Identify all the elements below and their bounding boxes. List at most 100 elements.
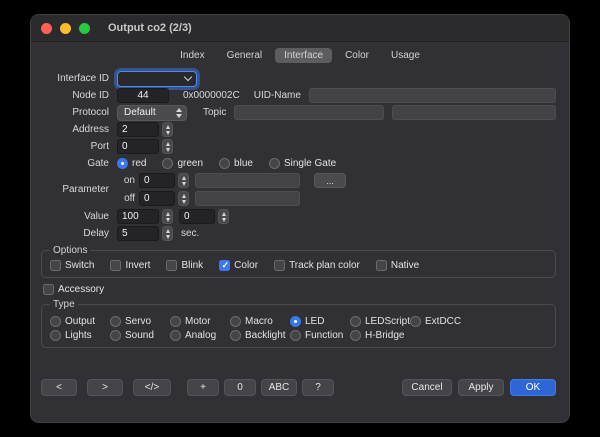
type-option-backlight[interactable]: Backlight — [230, 330, 290, 341]
tab-color[interactable]: Color — [336, 48, 378, 63]
radio-icon — [410, 316, 421, 327]
type-option-hbridge-label: H-Bridge — [365, 330, 404, 341]
uid-name-input[interactable] — [309, 88, 556, 103]
interface-form: Interface ID Node ID 0x0000002C UID-Name… — [31, 63, 569, 241]
protocol-extra-input[interactable] — [392, 105, 556, 120]
footer-bar: < > </> + 0 ABC ? Cancel Apply OK — [41, 379, 556, 396]
node-id-label: Node ID — [41, 90, 109, 101]
gate-option-blue-label: blue — [234, 158, 253, 169]
radio-icon — [219, 158, 230, 169]
protocol-label: Protocol — [41, 107, 109, 118]
radio-icon — [350, 330, 361, 341]
interface-id-select[interactable] — [117, 71, 197, 87]
zero-button[interactable]: 0 — [224, 379, 256, 396]
apply-button[interactable]: Apply — [458, 379, 504, 396]
delay-input[interactable] — [117, 226, 159, 241]
type-option-motor-label: Motor — [185, 316, 211, 327]
code-button[interactable]: </> — [133, 379, 171, 396]
type-option-sound[interactable]: Sound — [110, 330, 170, 341]
parameter-more-button[interactable]: ... — [314, 173, 346, 188]
value2-input[interactable] — [179, 209, 215, 224]
type-group: Type Output Servo Motor Macro LED LEDScr… — [41, 299, 556, 348]
checkbox-icon — [43, 284, 54, 295]
interface-id-label: Interface ID — [41, 73, 109, 84]
type-option-led[interactable]: LED — [290, 316, 350, 327]
gate-option-blue[interactable]: blue — [219, 158, 253, 169]
address-stepper[interactable] — [162, 122, 173, 137]
up-arrow-icon — [222, 212, 226, 216]
topic-input[interactable] — [234, 105, 384, 120]
type-option-macro[interactable]: Macro — [230, 316, 290, 327]
type-option-function[interactable]: Function — [290, 330, 350, 341]
protocol-value: Default — [124, 107, 156, 118]
cancel-button[interactable]: Cancel — [402, 379, 452, 396]
value-stepper[interactable] — [162, 209, 173, 224]
parameter-on-stepper[interactable] — [178, 173, 189, 188]
option-blink[interactable]: Blink — [166, 260, 203, 271]
tab-index[interactable]: Index — [171, 48, 213, 63]
type-option-lights[interactable]: Lights — [50, 330, 110, 341]
type-option-backlight-label: Backlight — [245, 330, 286, 341]
radio-icon — [162, 158, 173, 169]
parameter-on-text-input[interactable] — [195, 173, 300, 188]
gate-option-single-gate-label: Single Gate — [284, 158, 336, 169]
tab-general[interactable]: General — [218, 48, 272, 63]
option-switch[interactable]: Switch — [50, 260, 94, 271]
zoom-window-button[interactable] — [79, 23, 90, 34]
options-group: Options Switch Invert Blink Color Track … — [41, 245, 556, 278]
port-label: Port — [41, 141, 109, 152]
parameter-on-input[interactable] — [139, 173, 175, 188]
abc-button[interactable]: ABC — [261, 379, 297, 396]
close-window-button[interactable] — [41, 23, 52, 34]
node-id-input[interactable] — [117, 88, 169, 103]
radio-icon — [230, 316, 241, 327]
gate-option-green[interactable]: green — [162, 158, 203, 169]
type-option-motor[interactable]: Motor — [170, 316, 230, 327]
plus-button[interactable]: + — [187, 379, 219, 396]
titlebar[interactable]: Output co2 (2/3) — [31, 15, 569, 42]
option-color[interactable]: Color — [219, 260, 258, 271]
up-arrow-icon — [166, 229, 170, 233]
type-option-sound-label: Sound — [125, 330, 154, 341]
port-stepper[interactable] — [162, 139, 173, 154]
radio-icon — [117, 158, 128, 169]
type-option-hbridge[interactable]: H-Bridge — [350, 330, 410, 341]
accessory-checkbox[interactable]: Accessory — [43, 284, 569, 295]
type-option-extdcc[interactable]: ExtDCC — [410, 316, 470, 327]
type-option-analog[interactable]: Analog — [170, 330, 230, 341]
tab-usage[interactable]: Usage — [382, 48, 429, 63]
minimize-window-button[interactable] — [60, 23, 71, 34]
type-row-1: Output Servo Motor Macro LED LEDScript E… — [50, 316, 547, 327]
ok-button[interactable]: OK — [510, 379, 556, 396]
parameter-off-text-input[interactable] — [195, 191, 300, 206]
type-option-output[interactable]: Output — [50, 316, 110, 327]
tab-interface[interactable]: Interface — [275, 48, 332, 63]
value-input[interactable] — [117, 209, 159, 224]
protocol-row: Protocol Default Topic — [41, 105, 556, 120]
type-option-ledscript[interactable]: LEDScript — [350, 316, 410, 327]
option-native[interactable]: Native — [376, 260, 419, 271]
interface-id-row: Interface ID — [41, 71, 556, 86]
option-track-plan-color[interactable]: Track plan color — [274, 260, 360, 271]
type-row-2: Lights Sound Analog Backlight Function H… — [50, 330, 547, 341]
parameter-off-stepper[interactable] — [178, 191, 189, 206]
parameter-off-input[interactable] — [139, 191, 175, 206]
gate-option-red[interactable]: red — [117, 158, 146, 169]
topic-label: Topic — [203, 107, 226, 118]
uid-name-label: UID-Name — [254, 90, 301, 101]
value2-stepper[interactable] — [218, 209, 229, 224]
node-hex-value: 0x0000002C — [183, 90, 240, 101]
option-invert[interactable]: Invert — [110, 260, 150, 271]
type-option-servo[interactable]: Servo — [110, 316, 170, 327]
protocol-select[interactable]: Default — [117, 105, 187, 121]
delay-unit-label: sec. — [181, 228, 199, 239]
delay-stepper[interactable] — [162, 226, 173, 241]
next-button[interactable]: > — [87, 379, 123, 396]
port-input[interactable] — [117, 139, 159, 154]
gate-option-single-gate[interactable]: Single Gate — [269, 158, 336, 169]
checkbox-icon — [376, 260, 387, 271]
updown-chevrons-icon — [176, 108, 182, 118]
address-input[interactable] — [117, 122, 159, 137]
help-button[interactable]: ? — [302, 379, 334, 396]
prev-button[interactable]: < — [41, 379, 77, 396]
